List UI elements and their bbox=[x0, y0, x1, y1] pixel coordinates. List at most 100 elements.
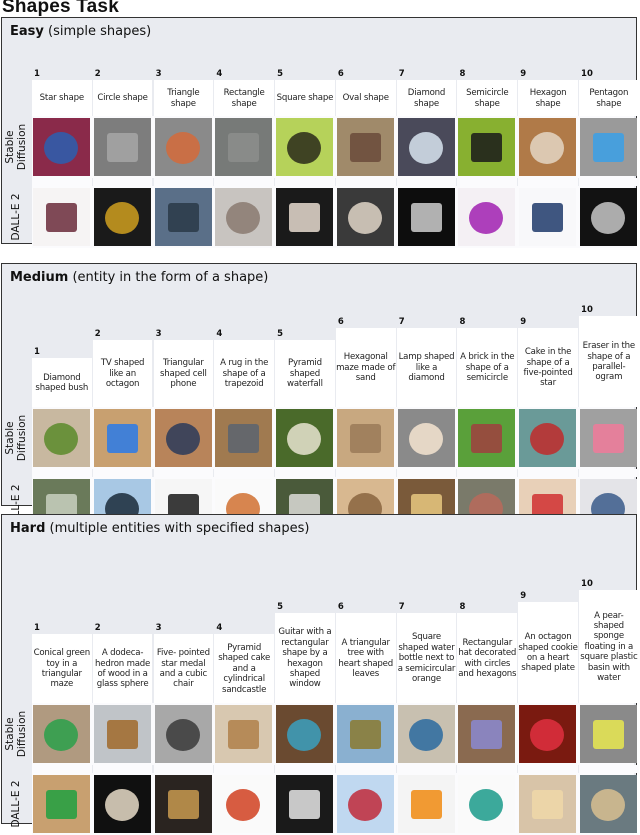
dalle-generated-image bbox=[580, 775, 638, 833]
prompt-column: 3 Triangle shape bbox=[153, 51, 214, 116]
prompt-number: 1 bbox=[34, 347, 40, 357]
sd-cell bbox=[275, 118, 335, 176]
prompt-column: 6 Oval shape bbox=[335, 51, 396, 116]
dalle-generated-image bbox=[397, 188, 455, 246]
dalle-generated-image bbox=[154, 775, 212, 833]
prompt-number: 1 bbox=[34, 623, 40, 633]
row-spacer bbox=[32, 178, 639, 186]
spacer-cell bbox=[153, 469, 214, 477]
dalle-cell bbox=[214, 775, 274, 833]
dalle-cell bbox=[397, 775, 457, 833]
sd-generated-image bbox=[336, 118, 394, 176]
section-level: Easy bbox=[10, 24, 44, 39]
prompt-column: 9 Cake in the shape of a five-pointed sta… bbox=[518, 292, 578, 407]
prompt-caption: Cake in the shape of a five-pointed star bbox=[518, 328, 578, 407]
image-grid: 1 Star shape 2 Circle shape 3 Triangle shape 4… bbox=[32, 51, 639, 248]
prompt-column: 2 Circle shape bbox=[92, 51, 153, 116]
image-grid: 1 Conical green toy in a triangular maze 2… bbox=[32, 543, 639, 835]
prompt-cell: 7 Diamond shape bbox=[396, 69, 457, 116]
sd-cell bbox=[397, 118, 457, 176]
row-spacer bbox=[32, 469, 639, 477]
prompt-cell: 2A dodeca- hedron made of wood in a glas… bbox=[92, 623, 153, 703]
section-hard: Hard (multiple entities with specified s… bbox=[1, 514, 639, 835]
dalle-cell bbox=[154, 188, 214, 246]
prompt-number: 7 bbox=[398, 69, 405, 79]
prompt-caption: A triangular tree with heart shaped leav… bbox=[335, 613, 396, 703]
sd-cell bbox=[32, 118, 92, 176]
dalle-cell bbox=[214, 188, 274, 246]
row-label-text: DALL-E 2 bbox=[10, 193, 22, 241]
row-label-stable-diffusion: Stable Diffusion bbox=[2, 407, 30, 469]
prompt-column: 7 Lamp shaped like a diamond bbox=[396, 292, 457, 407]
stable-diffusion-row bbox=[32, 407, 638, 469]
dalle-cell bbox=[93, 188, 153, 246]
prompt-caption: Triangle shape bbox=[153, 80, 214, 116]
sd-generated-image bbox=[93, 705, 151, 763]
prompt-number: 8 bbox=[459, 69, 466, 79]
page-title: Shapes Task bbox=[2, 0, 119, 17]
prompt-number: 9 bbox=[520, 69, 527, 79]
prompt-column: 5 Pyramid shaped waterfall bbox=[275, 292, 335, 407]
prompt-caption: A brick in the shape of a semicircle bbox=[457, 328, 518, 407]
prompt-column: 8 Semicircle shape bbox=[457, 51, 518, 116]
prompt-cell: 10 Pentagon shape bbox=[579, 69, 639, 116]
prompt-number: 4 bbox=[216, 329, 223, 339]
spacer-cell bbox=[275, 178, 335, 186]
sd-cell bbox=[154, 409, 214, 467]
sd-generated-image bbox=[519, 409, 577, 467]
sd-generated-image bbox=[458, 118, 516, 176]
spacer-cell bbox=[92, 469, 153, 477]
sd-generated-image bbox=[33, 118, 90, 176]
prompt-caption: Conical green toy in a triangular maze bbox=[32, 634, 92, 703]
prompt-number: 5 bbox=[277, 69, 284, 79]
prompt-caption: Semicircle shape bbox=[457, 80, 518, 116]
prompt-caption: Hexagon shape bbox=[518, 80, 578, 116]
sd-generated-image bbox=[154, 118, 212, 176]
sd-cell bbox=[214, 409, 274, 467]
dalle-cell bbox=[579, 188, 639, 246]
spacer-cell bbox=[153, 765, 214, 773]
sd-generated-image bbox=[458, 705, 516, 763]
prompt-number: 8 bbox=[459, 602, 466, 612]
dalle-generated-image bbox=[93, 775, 151, 833]
sd-generated-image bbox=[397, 409, 455, 467]
sd-generated-image bbox=[580, 705, 638, 763]
prompt-column: 4A rug in the shape of a trapezoid bbox=[214, 292, 274, 407]
prompt-column: 10 Eraser in the shape of a parallel- ogr… bbox=[579, 292, 639, 407]
prompt-cell: 8A brick in the shape of a semicircle bbox=[457, 317, 518, 407]
sd-generated-image bbox=[93, 118, 151, 176]
spacer-cell bbox=[153, 178, 214, 186]
prompt-number: 9 bbox=[520, 317, 527, 327]
prompt-caption: Eraser in the shape of a parallel- ogram bbox=[579, 316, 639, 407]
prompt-number: 7 bbox=[398, 317, 405, 327]
prompt-caption: A dodeca- hedron made of wood in a glass… bbox=[92, 634, 153, 703]
sd-generated-image bbox=[215, 409, 273, 467]
spacer-cell bbox=[518, 765, 578, 773]
section-description: (multiple entities with specified shapes… bbox=[45, 521, 310, 536]
dalle-cell bbox=[32, 188, 92, 246]
caption-row: 1 Conical green toy in a triangular maze 2… bbox=[32, 543, 639, 703]
prompt-caption: Lamp shaped like a diamond bbox=[396, 328, 457, 407]
prompt-number: 6 bbox=[337, 317, 344, 327]
prompt-column: 8 Rectangular hat decorated with circles … bbox=[457, 543, 518, 703]
prompt-cell: 10 Eraser in the shape of a parallel- ogr… bbox=[579, 305, 639, 407]
sd-cell bbox=[336, 705, 396, 763]
sd-generated-image bbox=[519, 705, 577, 763]
prompt-column: 10 A pear- shaped sponge floating in a sq… bbox=[579, 543, 639, 703]
prompt-number: 3 bbox=[155, 69, 162, 79]
prompt-caption: An octagon shaped cookie on a heart shap… bbox=[518, 602, 578, 703]
dalle-cell bbox=[457, 775, 517, 833]
prompt-caption: Rectangular hat decorated with circles a… bbox=[457, 613, 518, 703]
prompt-number: 4 bbox=[216, 623, 223, 633]
sd-cell bbox=[214, 118, 274, 176]
prompt-caption: A pear- shaped sponge floating in a squa… bbox=[579, 590, 639, 703]
prompt-caption: Oval shape bbox=[335, 80, 396, 116]
dalle-generated-image bbox=[33, 188, 90, 246]
prompt-caption: Pyramid shaped cake and a cylindrical sa… bbox=[214, 634, 274, 703]
section-title: Medium (entity in the form of a shape) bbox=[10, 270, 268, 285]
spacer-cell bbox=[32, 765, 92, 773]
prompt-column: 7 Diamond shape bbox=[396, 51, 457, 116]
sd-cell bbox=[275, 705, 335, 763]
dalle-generated-image bbox=[154, 188, 212, 246]
prompt-column: 5 Guitar with a rectangular shape by a he… bbox=[275, 543, 335, 703]
